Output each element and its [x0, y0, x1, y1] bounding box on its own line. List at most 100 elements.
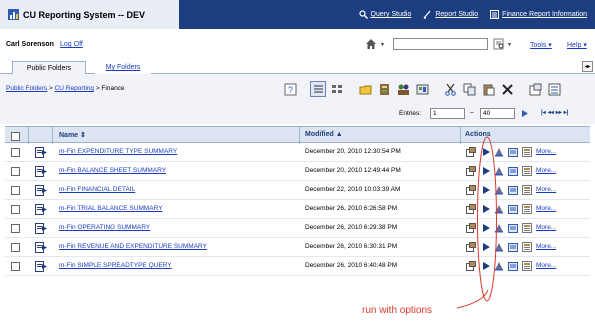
details-view-icon[interactable] [329, 81, 345, 97]
select-all-checkbox[interactable] [11, 132, 20, 141]
copy-icon[interactable] [461, 81, 477, 97]
view-output-icon[interactable] [522, 223, 532, 233]
new-agent-icon[interactable] [395, 81, 411, 97]
prev-page-icon[interactable]: ◂◂ [548, 109, 554, 116]
entries-go-icon[interactable] [519, 108, 530, 119]
properties-icon[interactable]: ? [282, 81, 298, 97]
row-checkbox[interactable] [11, 167, 20, 176]
more-link[interactable]: More... [536, 186, 556, 193]
query-studio-link[interactable]: Query Studio [358, 10, 411, 19]
more-link[interactable]: More... [536, 243, 556, 250]
log-off-link[interactable]: Log Off [60, 41, 83, 48]
query-studio-icon [358, 10, 368, 19]
row-checkbox[interactable] [11, 148, 20, 157]
more-link[interactable]: More... [536, 167, 556, 174]
table-body: m-Fin EXPENDITURE TYPE SUMMARY December … [5, 143, 590, 276]
order-icon[interactable] [546, 81, 562, 97]
view-output-icon[interactable] [522, 204, 532, 214]
new-folder-icon[interactable] [357, 81, 373, 97]
home-dropdown-icon[interactable]: ▼ [380, 42, 385, 48]
search-input[interactable] [393, 38, 488, 50]
report-name-link[interactable]: m-Fin OPERATING SUMMARY [59, 224, 150, 231]
more-link[interactable]: More... [536, 262, 556, 269]
table-row: m-Fin OPERATING SUMMARY December 26, 201… [5, 219, 590, 238]
annotation-pointer [456, 290, 489, 309]
user-bar: Carl Sorenson Log Off ▼ ▼ Tools ▾ Help ▾ [0, 29, 595, 59]
table-header: Name ⇕ Modified ▲ Actions [5, 126, 590, 144]
column-name[interactable]: Name ⇕ [59, 131, 86, 139]
modified-date: December 26, 2010 6:40:48 PM [305, 262, 398, 269]
breadcrumb-public-folders[interactable]: Public Folders [6, 85, 47, 92]
view-output-icon[interactable] [522, 261, 532, 271]
report-name-link[interactable]: m-Fin BALANCE SHEET SUMMARY [59, 167, 166, 174]
home-icon[interactable] [365, 38, 377, 50]
report-name-link[interactable]: m-Fin FINANCIAL DETAIL [59, 186, 135, 193]
entries-from-field[interactable]: 1 [430, 108, 465, 119]
report-name-link[interactable]: m-Fin SIMPLE SPREADTYPE QUERY [59, 262, 172, 269]
report-icon [35, 166, 47, 177]
set-properties-icon[interactable] [466, 185, 476, 195]
modified-date: December 26, 2010 6:26:58 PM [305, 205, 398, 212]
view-output-icon[interactable] [522, 242, 532, 252]
new-job-icon[interactable] [376, 81, 392, 97]
row-checkbox[interactable] [11, 186, 20, 195]
schedule-icon[interactable] [508, 223, 518, 233]
row-checkbox[interactable] [11, 224, 20, 233]
tools-menu[interactable]: Tools ▾ [530, 41, 552, 49]
annotation-oval [477, 136, 497, 302]
row-checkbox[interactable] [11, 243, 20, 252]
more-link[interactable]: More... [536, 148, 556, 155]
cut-icon[interactable] [442, 81, 458, 97]
report-studio-icon [423, 10, 431, 19]
view-output-icon[interactable] [522, 185, 532, 195]
breadcrumb-cu-reporting[interactable]: CU Reporting [55, 85, 94, 92]
schedule-icon[interactable] [508, 261, 518, 271]
report-studio-label: Report Studio [435, 11, 479, 18]
finance-info-link[interactable]: Finance Report Information [490, 10, 587, 19]
paste-icon[interactable] [480, 81, 496, 97]
set-properties-icon[interactable] [466, 204, 476, 214]
set-properties-icon[interactable] [466, 261, 476, 271]
studio-links: Query Studio Report Studio Finance Repor… [358, 0, 587, 29]
row-checkbox[interactable] [11, 262, 20, 271]
search-options-icon[interactable] [493, 38, 505, 50]
schedule-icon[interactable] [508, 204, 518, 214]
tab-my-folders[interactable]: My Folders [95, 61, 151, 74]
entries-to-field[interactable]: 40 [480, 108, 515, 119]
report-studio-link[interactable]: Report Studio [423, 10, 478, 19]
set-properties-icon[interactable] [527, 81, 543, 97]
new-page-icon[interactable] [414, 81, 430, 97]
view-output-icon[interactable] [522, 147, 532, 157]
help-menu[interactable]: Help ▾ [567, 41, 587, 49]
annotation-label: run with options [362, 305, 433, 316]
last-page-icon[interactable]: ▸| [564, 109, 569, 116]
more-link[interactable]: More... [536, 205, 556, 212]
view-output-icon[interactable] [522, 166, 532, 176]
first-page-icon[interactable]: |◂ [541, 109, 546, 116]
column-modified[interactable]: Modified ▲ [305, 131, 343, 138]
breadcrumb-separator: > [95, 85, 100, 92]
report-name-link[interactable]: m-Fin TRIAL BALANCE SUMMARY [59, 205, 163, 212]
schedule-icon[interactable] [508, 147, 518, 157]
delete-icon[interactable] [499, 81, 515, 97]
set-properties-icon[interactable] [466, 166, 476, 176]
search-dropdown-icon[interactable]: ▼ [507, 42, 512, 48]
schedule-icon[interactable] [508, 242, 518, 252]
schedule-icon[interactable] [508, 166, 518, 176]
finance-info-icon [490, 10, 500, 19]
row-checkbox[interactable] [11, 205, 20, 214]
schedule-icon[interactable] [508, 185, 518, 195]
set-properties-icon[interactable] [466, 223, 476, 233]
toolbar: ? [282, 81, 565, 97]
report-name-link[interactable]: m-Fin REVENUE AND EXPENDITURE SUMMARY [59, 243, 207, 250]
set-properties-icon[interactable] [466, 147, 476, 157]
list-view-icon[interactable] [310, 81, 326, 97]
more-link[interactable]: More... [536, 224, 556, 231]
report-name-link[interactable]: m-Fin EXPENDITURE TYPE SUMMARY [59, 148, 177, 155]
modified-date: December 20, 2010 12:49:44 PM [305, 167, 401, 174]
tab-public-folders[interactable]: Public Folders [12, 61, 86, 74]
collapse-toggle-icon[interactable]: ◂▸ [582, 61, 593, 72]
reports-table: Name ⇕ Modified ▲ Actions m-Fin EXPENDIT… [5, 126, 590, 276]
next-page-icon[interactable]: ▸▸ [556, 109, 562, 116]
set-properties-icon[interactable] [466, 242, 476, 252]
